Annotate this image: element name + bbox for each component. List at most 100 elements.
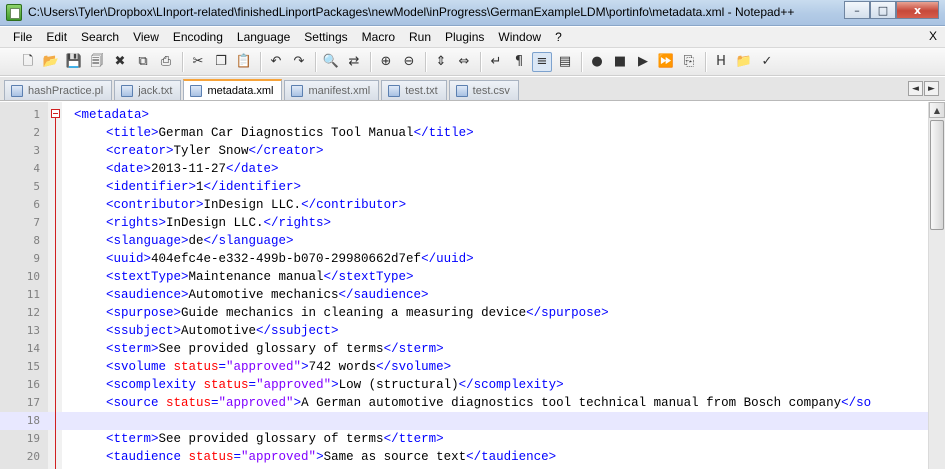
xml-text: 2013-11-27	[151, 162, 227, 176]
tab-hashpractice-pl[interactable]: hashPractice.pl	[4, 80, 113, 100]
menu-item-window[interactable]: Window	[491, 27, 548, 47]
xml-tag: >	[331, 378, 339, 392]
fold-collapse-icon[interactable]	[51, 109, 60, 118]
menu-item-search[interactable]: Search	[74, 27, 126, 47]
tab-scroll-right-button[interactable]: ►	[924, 81, 939, 96]
editor-pane[interactable]: 1 <metadata> 2 <title>German Car Diagnostic…	[0, 102, 945, 469]
xml-tag: =	[218, 360, 227, 374]
xml-tag: >	[293, 396, 302, 410]
code-line[interactable]: 4 <date>2013-11-27</date>	[0, 160, 945, 178]
save-all-icon[interactable]: 🗐	[87, 52, 107, 72]
menu-item-encoding[interactable]: Encoding	[166, 27, 230, 47]
new-file-icon[interactable]: 🗋	[18, 52, 38, 72]
tab-test-txt[interactable]: test.txt	[381, 80, 447, 100]
xml-tag: =	[211, 396, 219, 410]
code-line[interactable]: 8 <slanguage>de</slanguage>	[0, 232, 945, 250]
code-line[interactable]: 19 <tterm>See provided glossary of terms<…	[0, 430, 945, 448]
copy-icon[interactable]: ❐	[211, 52, 231, 72]
code-line[interactable]: 14 <sterm>See provided glossary of terms<…	[0, 340, 945, 358]
play-macro-icon[interactable]: ▶	[633, 52, 653, 72]
xml-tag: <sterm>	[106, 342, 159, 356]
xml-tag: <creator>	[106, 144, 174, 158]
record-macro-icon[interactable]: ●	[587, 52, 607, 72]
scrollbar-thumb[interactable]	[930, 120, 944, 230]
tab-scroll-left-button[interactable]: ◄	[908, 81, 923, 96]
save-icon[interactable]: 💾	[64, 52, 84, 72]
menu-item-file[interactable]: File	[6, 27, 39, 47]
menu-item-language[interactable]: Language	[230, 27, 297, 47]
menu-item-view[interactable]: View	[126, 27, 166, 47]
menu-item-settings[interactable]: Settings	[297, 27, 354, 47]
minimize-button[interactable]: –	[844, 1, 870, 19]
menu-item-edit[interactable]: Edit	[39, 27, 74, 47]
code-line[interactable]: 13 <ssubject>Automotive</ssubject>	[0, 322, 945, 340]
code-line[interactable]: 3 <creator>Tyler Snow</creator>	[0, 142, 945, 160]
sync-horizontal-icon[interactable]: ⇔	[454, 52, 474, 72]
indent-guide-icon[interactable]: ≡	[532, 51, 552, 72]
menu-item-macro[interactable]: Macro	[355, 27, 402, 47]
tab-manifest-xml[interactable]: manifest.xml	[284, 80, 380, 100]
menu-item-run[interactable]: Run	[402, 27, 438, 47]
html-tag-icon[interactable]: H	[711, 52, 731, 72]
spell-check-icon[interactable]: ✓	[757, 52, 777, 72]
redo-icon[interactable]: ↷	[289, 52, 309, 72]
print-icon[interactable]: ⎙	[156, 52, 176, 72]
word-wrap-icon[interactable]: ↵	[486, 52, 506, 72]
xml-attribute-value: "approved"	[218, 396, 294, 410]
close-all-icon[interactable]: ⧉	[133, 52, 153, 72]
code-line[interactable]: 10 <stextType>Maintenance manual</stextTy…	[0, 268, 945, 286]
close-button[interactable]: x	[896, 1, 939, 19]
code-line[interactable]: 1 <metadata>	[0, 106, 945, 124]
code-line[interactable]: 15 <svolume status="approved">742 words</…	[0, 358, 945, 376]
tab-jack-txt[interactable]: jack.txt	[114, 80, 182, 100]
xml-text: Tyler Snow	[173, 144, 249, 158]
maximize-button[interactable]: □	[870, 1, 896, 19]
code-line[interactable]: 11 <saudience>Automotive mechanics</saudi…	[0, 286, 945, 304]
file-icon	[121, 84, 134, 97]
file-icon	[455, 84, 468, 97]
tab-test-csv[interactable]: test.csv	[448, 80, 519, 100]
close-document-button[interactable]: X	[929, 29, 937, 43]
toolbar-separator	[260, 51, 261, 72]
xml-attribute-value: "approved"	[226, 360, 302, 374]
code-line[interactable]: 16 <scomplexity status="approved">Low (st…	[0, 376, 945, 394]
xml-tag: <rights>	[106, 216, 167, 230]
zoom-in-icon[interactable]: ⊕	[376, 52, 396, 72]
find-icon[interactable]: 🔍	[321, 52, 341, 72]
document-tabs: hashPractice.pl jack.txt metadata.xml manif…	[4, 79, 521, 100]
scroll-up-button[interactable]: ▲	[929, 102, 945, 118]
run-macro-multiple-icon[interactable]: ⏩	[656, 52, 676, 72]
plugin-folder-icon[interactable]: 📁	[734, 52, 754, 72]
code-line[interactable]: 5 <identifier>1</identifier>	[0, 178, 945, 196]
vertical-scrollbar[interactable]: ▲	[928, 102, 945, 469]
zoom-out-icon[interactable]: ⊖	[399, 52, 419, 72]
code-line[interactable]: 6 <contributor>InDesign LLC.</contributor…	[0, 196, 945, 214]
document-map-icon[interactable]: ▤	[555, 52, 575, 72]
tab-metadata-xml[interactable]: metadata.xml	[183, 79, 283, 100]
menu-item-help[interactable]: ?	[548, 27, 569, 47]
sync-vertical-icon[interactable]: ⇕	[431, 52, 451, 72]
code-line[interactable]: 17 <source status="approved">A German aut…	[0, 394, 945, 412]
save-macro-icon[interactable]: ⎘	[679, 52, 699, 72]
code-lines[interactable]: 1 <metadata> 2 <title>German Car Diagnostic…	[0, 106, 945, 466]
undo-icon[interactable]: ↶	[266, 52, 286, 72]
notepad-plus-plus-app-icon[interactable]	[6, 4, 22, 21]
code-line[interactable]: 18	[0, 412, 945, 430]
code-line[interactable]: 7 <rights>InDesign LLC.</rights>	[0, 214, 945, 232]
open-file-icon[interactable]: 📂	[41, 52, 61, 72]
stop-macro-icon[interactable]: ■	[610, 52, 630, 72]
file-icon	[190, 84, 203, 97]
replace-icon[interactable]: ⇄	[344, 52, 364, 72]
tab-label: test.csv	[472, 84, 510, 97]
code-line[interactable]: 12 <spurpose>Guide mechanics in cleaning …	[0, 304, 945, 322]
cut-icon[interactable]: ✂	[188, 52, 208, 72]
code-line[interactable]: 9 <uuid>404efc4e-e332-499b-b070-29980662d…	[0, 250, 945, 268]
toolbar-separator	[182, 51, 183, 72]
close-file-icon[interactable]: ✖	[110, 52, 130, 72]
code-line[interactable]: 2 <title>German Car Diagnostics Tool Manu…	[0, 124, 945, 142]
show-all-chars-icon[interactable]: ¶	[509, 52, 529, 72]
paste-icon[interactable]: 📋	[234, 52, 254, 72]
xml-attribute: status	[188, 450, 234, 464]
code-line[interactable]: 20 <taudience status="approved">Same as s…	[0, 448, 945, 466]
menu-item-plugins[interactable]: Plugins	[438, 27, 491, 47]
